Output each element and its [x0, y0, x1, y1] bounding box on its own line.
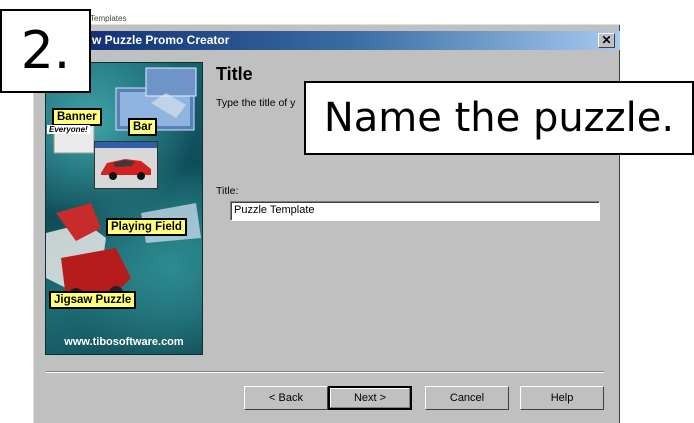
- red-car-graphic: [101, 159, 151, 180]
- preview-window-bar: [95, 142, 157, 148]
- close-button[interactable]: ✕: [598, 33, 615, 48]
- step-number-callout: 2.: [0, 9, 91, 93]
- next-button[interactable]: Next >: [328, 386, 412, 410]
- preview-window-graphic: [94, 141, 158, 189]
- bar-label: Bar: [128, 118, 158, 136]
- back-button[interactable]: < Back: [244, 386, 328, 410]
- wizard-side-image: Banner Everyone! Bar Playing Field Jigsa…: [45, 62, 203, 355]
- page-description: Type the title of y: [216, 97, 296, 109]
- button-separator: [46, 371, 604, 373]
- window-title: w Puzzle Promo Creator: [92, 33, 230, 47]
- title-field-label: Title:: [216, 185, 239, 197]
- partial-background-text: Templates: [90, 14, 127, 23]
- cancel-button[interactable]: Cancel: [425, 386, 509, 410]
- playing-field-label: Playing Field: [106, 218, 187, 236]
- title-input[interactable]: Puzzle Template: [230, 201, 600, 221]
- puzzle-collage-graphic: [46, 67, 201, 303]
- title-bar[interactable]: w Puzzle Promo Creator ✕: [34, 31, 620, 50]
- page-heading: Title: [216, 64, 253, 84]
- jigsaw-puzzle-label: Jigsaw Puzzle: [49, 291, 137, 309]
- banner-label: Banner: [52, 108, 102, 126]
- website-url: www.tibosoftware.com: [64, 336, 184, 348]
- everyone-label: Everyone!: [47, 125, 90, 134]
- instruction-callout: Name the puzzle.: [304, 81, 694, 155]
- help-button[interactable]: Help: [520, 386, 604, 410]
- close-icon: ✕: [601, 33, 612, 47]
